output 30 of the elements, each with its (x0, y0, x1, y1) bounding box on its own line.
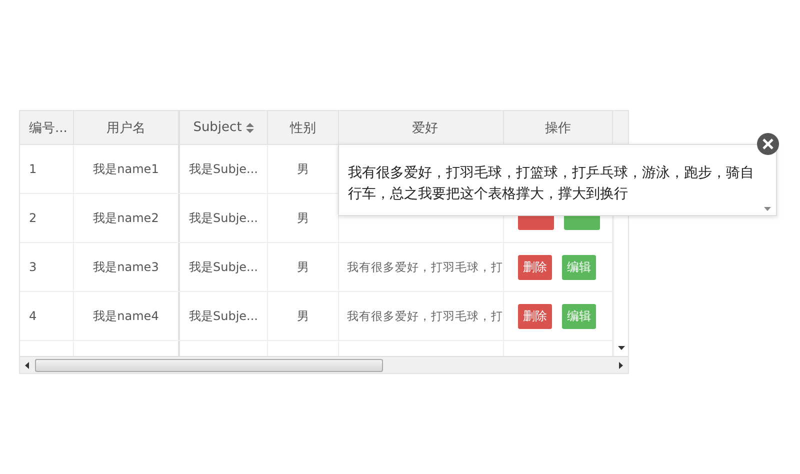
scroll-right-icon[interactable] (619, 362, 623, 368)
table-cell: 我是Subje... (180, 243, 268, 291)
close-icon[interactable] (757, 133, 779, 155)
column-header[interactable]: 性别 (268, 111, 339, 144)
table-cell: 男 (268, 243, 339, 291)
column-header[interactable]: 用户名 (74, 111, 180, 144)
table-cell: 我是Subje... (180, 194, 268, 242)
sort-icon[interactable] (246, 122, 254, 132)
delete-button[interactable]: 删除 (518, 254, 552, 280)
column-header[interactable]: 编号... (20, 111, 74, 144)
table-cell: 1 (20, 145, 74, 193)
table-cell: 我是Subje... (180, 145, 268, 193)
table-cell: 我是name4 (74, 292, 180, 340)
table-cell: 4 (20, 292, 74, 340)
delete-button[interactable]: 删除 (518, 304, 552, 328)
column-header[interactable]: Subject (180, 111, 268, 144)
scrollbar-thumb[interactable] (35, 358, 383, 372)
table-cell: 男 (268, 292, 339, 340)
table-cell: 2 (20, 194, 74, 242)
table-cell: 3 (20, 243, 74, 291)
horizontal-scrollbar[interactable] (20, 356, 628, 373)
table-cell: 我有很多爱好，打羽毛球，打 (347, 260, 503, 274)
table-cell: 我是Subje... (180, 292, 268, 340)
scroll-left-icon[interactable] (25, 362, 29, 368)
scroll-down-icon[interactable] (618, 346, 624, 350)
table-cell: 我是name1 (74, 145, 180, 193)
table-cell: 我是name2 (74, 194, 180, 242)
tooltip-text: 我有很多爱好，打羽毛球，打篮球，打乒乓球，游泳，跑步，骑自行车，总之我要把这个表格撑大，撑大到换行 (348, 164, 755, 204)
table-cell: 我是name3 (74, 243, 180, 291)
table-cell: 我有很多爱好，打羽毛球，打 (347, 308, 503, 324)
